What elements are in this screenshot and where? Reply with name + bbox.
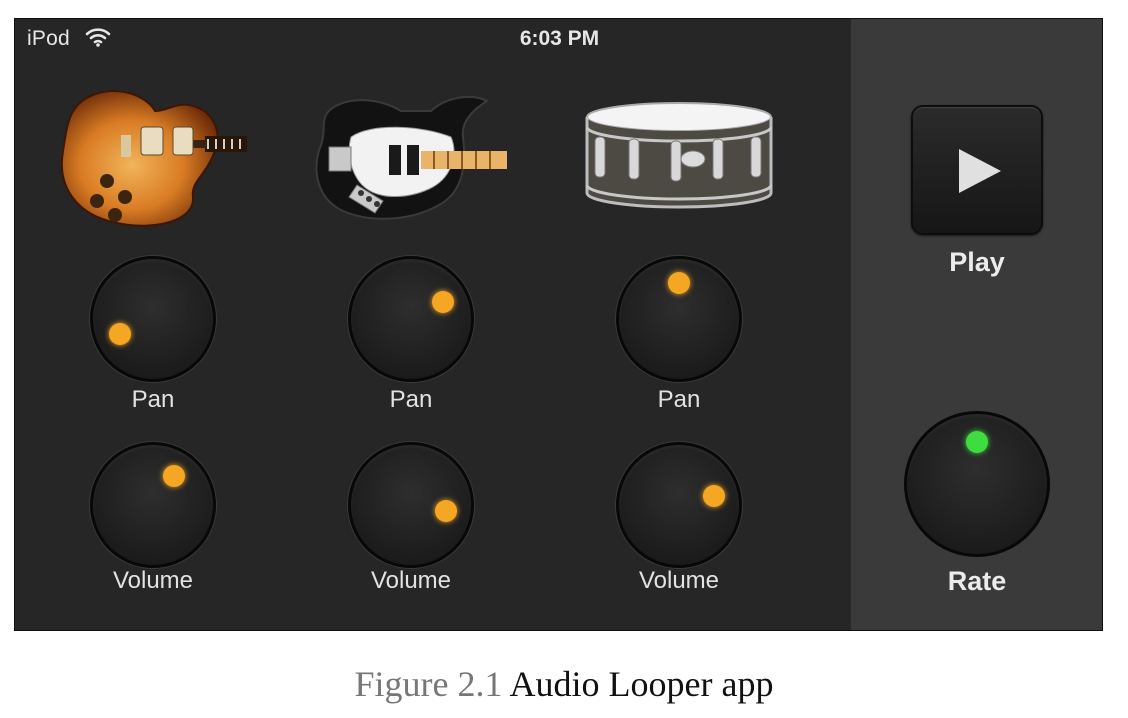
rate-knob[interactable] (904, 411, 1050, 557)
volume-label: Volume (370, 567, 452, 594)
knob-indicator (109, 323, 132, 346)
knob-indicator (702, 484, 725, 507)
knob-indicator (435, 500, 458, 523)
knob-indicator (162, 464, 185, 487)
knob-indicator (668, 272, 690, 294)
rate-label: Rate (947, 566, 1007, 596)
pan-knob-3[interactable] (616, 256, 742, 382)
app-window: iPod 6:03 PM Play Rate Pan Volume Pan Vo… (14, 18, 1103, 631)
volume-knob-1[interactable] (90, 442, 216, 568)
electric-guitar-icon (60, 90, 247, 227)
bass-guitar-icon (315, 95, 507, 220)
pan-knob-1[interactable] (90, 256, 216, 382)
figure-title: Audio Looper app (509, 664, 774, 704)
snare-drum-icon (585, 102, 773, 209)
volume-knob-2[interactable] (348, 442, 474, 568)
pan-label: Pan (657, 386, 701, 413)
volume-label: Volume (638, 567, 720, 594)
knob-indicator (966, 431, 988, 453)
play-icon (959, 149, 1001, 193)
figure-caption: Figure 2.1 Audio Looper app (0, 663, 1128, 705)
knob-indicator (431, 291, 454, 314)
volume-label: Volume (112, 567, 194, 594)
play-label: Play (949, 247, 1005, 277)
play-button[interactable] (911, 105, 1043, 235)
pan-label: Pan (389, 386, 433, 413)
pan-label: Pan (131, 386, 175, 413)
pan-knob-2[interactable] (348, 256, 474, 382)
figure-number: Figure 2.1 (354, 664, 503, 704)
volume-knob-3[interactable] (616, 442, 742, 568)
